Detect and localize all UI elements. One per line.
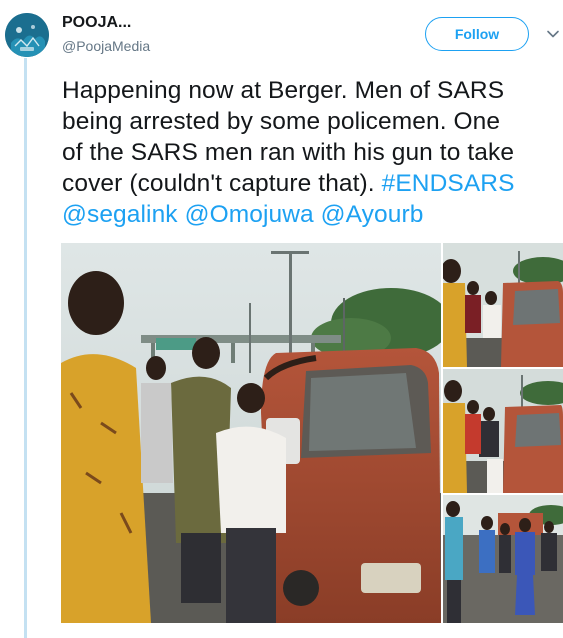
- photo-thumb-2[interactable]: [443, 369, 563, 493]
- hashtag-link[interactable]: #ENDSARS: [382, 170, 515, 197]
- tweet-line: cover (couldn't capture that). #ENDSARS: [62, 168, 560, 199]
- tweet-card: POOJA... @PoojaMedia Follow Happening no…: [0, 0, 563, 638]
- mention-link-segalink[interactable]: @segalink: [62, 201, 178, 228]
- tweet-line-text: cover (couldn't capture that).: [62, 170, 382, 197]
- tweet-line: of the SARS men ran with his gun to take: [62, 139, 515, 166]
- tweet-text: Happening now at Berger. Men of SARS bei…: [62, 75, 560, 230]
- media-grid: [61, 243, 563, 623]
- follow-button[interactable]: Follow: [425, 17, 529, 51]
- photo-thumb-3[interactable]: [443, 495, 563, 623]
- avatar[interactable]: [5, 13, 49, 57]
- tweet-line: Happening now at Berger. Men of SARS: [62, 77, 505, 104]
- thread-line: [24, 58, 27, 638]
- user-handle[interactable]: @PoojaMedia: [62, 38, 150, 54]
- photo-main[interactable]: [61, 243, 441, 623]
- tweet-line: @segalink @Omojuwa @Ayourb: [62, 199, 560, 230]
- mention-link-ayourb[interactable]: @Ayourb: [321, 201, 424, 228]
- tweet-line: being arrested by some policemen. One: [62, 108, 501, 135]
- chevron-down-icon[interactable]: [546, 27, 560, 41]
- display-name[interactable]: POOJA...: [62, 14, 131, 32]
- photo-thumb-1[interactable]: [443, 243, 563, 367]
- mention-link-omojuwa[interactable]: @Omojuwa: [185, 201, 314, 228]
